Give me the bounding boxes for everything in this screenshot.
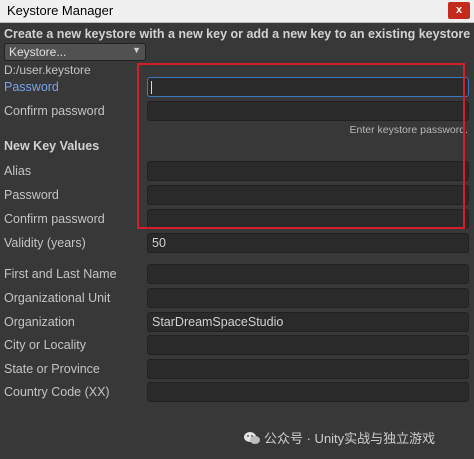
- key-password-label: Password: [4, 188, 59, 202]
- alias-field[interactable]: [147, 161, 469, 181]
- key-password-field[interactable]: [147, 185, 469, 205]
- org-unit-field[interactable]: [147, 288, 469, 308]
- org-unit-label: Organizational Unit: [4, 291, 111, 305]
- watermark-text: 公众号 · Unity实战与独立游戏: [264, 431, 436, 446]
- validity-field[interactable]: 50: [147, 233, 469, 253]
- keystore-dropdown-value: Keystore...: [9, 45, 67, 59]
- state-field[interactable]: [147, 359, 469, 379]
- keystore-dropdown[interactable]: Keystore... ▼: [4, 43, 146, 61]
- name-field[interactable]: [147, 264, 469, 284]
- keystore-confirm-label: Confirm password: [4, 104, 105, 118]
- keystore-confirm-field[interactable]: [147, 101, 469, 121]
- window-title: Keystore Manager: [7, 3, 114, 18]
- validity-label: Validity (years): [4, 236, 86, 250]
- organization-label: Organization: [4, 315, 75, 329]
- keystore-path: D:/user.keystore: [4, 63, 91, 77]
- keystore-manager-panel: Create a new keystore with a new key or …: [0, 23, 474, 459]
- header-instructions: Create a new keystore with a new key or …: [4, 27, 471, 41]
- keystore-password-field[interactable]: [147, 77, 469, 97]
- city-field[interactable]: [147, 335, 469, 355]
- country-code-label: Country Code (XX): [4, 385, 110, 399]
- chevron-down-icon: ▼: [132, 45, 141, 55]
- text-caret: [151, 81, 152, 94]
- alias-label: Alias: [4, 164, 32, 178]
- wechat-icon: [244, 432, 260, 444]
- state-label: State or Province: [4, 362, 100, 376]
- name-label: First and Last Name: [4, 267, 117, 281]
- title-bar: Keystore Manager x: [0, 0, 474, 23]
- new-key-heading: New Key Values: [4, 139, 100, 153]
- watermark: 公众号 · Unity实战与独立游戏: [244, 428, 435, 447]
- country-code-field[interactable]: [147, 382, 469, 402]
- key-confirm-label: Confirm password: [4, 212, 105, 226]
- key-confirm-field[interactable]: [147, 209, 469, 229]
- city-label: City or Locality: [4, 338, 86, 352]
- organization-field[interactable]: StarDreamSpaceStudio: [147, 312, 469, 332]
- keystore-hint: Enter keystore password.: [349, 124, 468, 136]
- keystore-password-label: Password: [4, 80, 59, 94]
- close-button[interactable]: x: [448, 2, 470, 19]
